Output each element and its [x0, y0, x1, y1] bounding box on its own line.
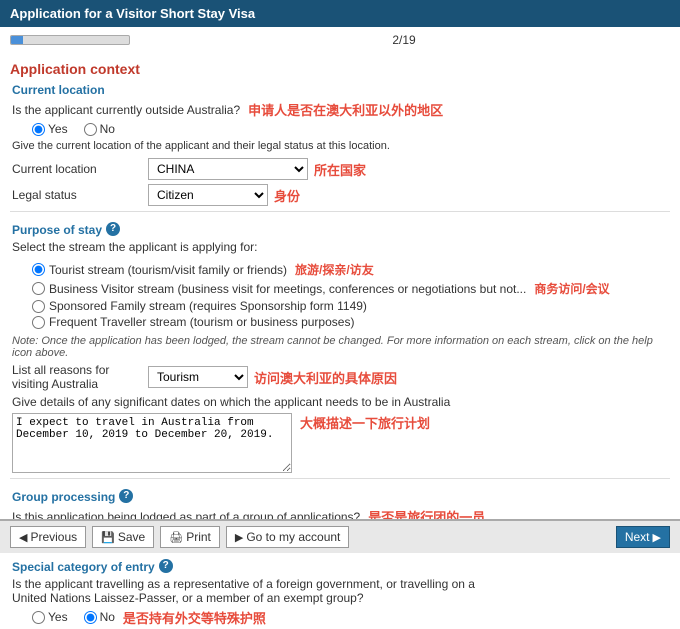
outside-yes-radio[interactable]: [32, 123, 45, 136]
outside-australia-question: Is the applicant currently outside Austr…: [12, 103, 240, 117]
print-button[interactable]: 🖨 Print: [160, 526, 220, 548]
save-label: Save: [118, 530, 145, 544]
details-textarea[interactable]: I expect to travel in Australia from Dec…: [12, 413, 292, 473]
current-location-select[interactable]: CHINA: [148, 158, 308, 180]
prev-button[interactable]: ◀ Previous: [10, 526, 86, 548]
special-subtitle: Special category of entry: [12, 560, 155, 574]
legal-status-label: Legal status: [12, 188, 142, 202]
reasons-label: List all reasons for visiting Australia: [12, 363, 142, 391]
special-yes-radio[interactable]: [32, 611, 45, 624]
save-icon: 💾: [101, 531, 115, 544]
progress-container: 2/19: [0, 27, 680, 51]
prev-label: Previous: [30, 530, 77, 544]
stream-frequent-text: Frequent Traveller stream (tourism or bu…: [49, 315, 354, 329]
location-annotation: 所在国家: [314, 160, 366, 179]
group-title-row: Group processing ?: [12, 484, 670, 507]
goto-label: Go to my account: [246, 530, 340, 544]
outside-no-radio[interactable]: [84, 123, 97, 136]
stream-business-text: Business Visitor stream (business visit …: [49, 282, 526, 296]
special-help-icon[interactable]: ?: [159, 559, 173, 573]
prev-icon: ◀: [19, 531, 27, 544]
next-button[interactable]: Next ▶: [616, 526, 670, 548]
group-subtitle: Group processing: [12, 490, 115, 504]
special-question-row: Is the applicant travelling as a represe…: [12, 577, 670, 605]
special-radios-row: Yes No 是否持有外交等特殊护照: [12, 607, 670, 627]
stream-business-radio[interactable]: [32, 282, 45, 295]
progress-fill: [11, 36, 23, 44]
special-question: Is the applicant travelling as a represe…: [12, 577, 512, 605]
save-button[interactable]: 💾 Save: [92, 526, 154, 548]
details-row: I expect to travel in Australia from Dec…: [12, 413, 670, 473]
group-help-icon[interactable]: ?: [119, 489, 133, 503]
stream-frequent-radio[interactable]: [32, 316, 45, 329]
special-no-radio[interactable]: [84, 611, 97, 624]
current-location-subtitle: Current location: [12, 83, 670, 97]
outside-australia-radios: Yes No: [32, 122, 670, 136]
legal-status-row: Legal status Citizen 身份: [12, 184, 670, 206]
current-location-row: Current location CHINA 所在国家: [12, 158, 670, 180]
stream-business-label[interactable]: Business Visitor stream (business visit …: [32, 280, 610, 297]
outside-australia-annotation: 申请人是否在澳大利亚以外的地区: [248, 100, 443, 119]
special-yes-label[interactable]: Yes: [32, 610, 68, 624]
stream-note: Note: Once the application has been lodg…: [12, 335, 670, 359]
special-title-row: Special category of entry ?: [12, 554, 670, 577]
stream-sponsored-label[interactable]: Sponsored Family stream (requires Sponso…: [32, 299, 610, 313]
current-location-section: Current location Is the applicant curren…: [10, 83, 670, 206]
reasons-row: List all reasons for visiting Australia …: [12, 363, 670, 391]
purpose-title-row: Purpose of stay ?: [12, 217, 670, 240]
stream-tourist-label[interactable]: Tourist stream (tourism/visit family or …: [32, 261, 610, 278]
special-no-label[interactable]: No: [84, 610, 115, 624]
next-icon: ▶: [653, 531, 661, 544]
stream-radios: Tourist stream (tourism/visit family or …: [32, 261, 610, 329]
divider-2: [10, 478, 670, 479]
special-annotation: 是否持有外交等特殊护照: [123, 608, 266, 627]
reasons-annotation: 访问澳大利亚的具体原因: [254, 368, 397, 387]
footer-bar: ◀ Previous 💾 Save 🖨 Print ▶ Go to my acc…: [0, 519, 680, 553]
next-label: Next: [625, 530, 650, 544]
legal-annotation: 身份: [274, 186, 300, 205]
goto-icon: ▶: [235, 531, 243, 544]
current-location-label: Current location: [12, 162, 142, 176]
divider-1: [10, 211, 670, 212]
stream-tourist-radio[interactable]: [32, 263, 45, 276]
streams-container: Tourist stream (tourism/visit family or …: [12, 258, 670, 332]
special-radios: Yes No: [32, 610, 115, 624]
print-icon: 🖨: [169, 531, 183, 544]
stream-question: Select the stream the applicant is apply…: [12, 240, 670, 254]
details-annotation: 大概描述一下旅行计划: [300, 413, 430, 432]
legal-status-select[interactable]: Citizen: [148, 184, 268, 206]
purpose-help-icon[interactable]: ?: [106, 222, 120, 236]
stream-sponsored-text: Sponsored Family stream (requires Sponso…: [49, 299, 367, 313]
outside-australia-row: Is the applicant currently outside Austr…: [12, 100, 670, 119]
stream-frequent-label[interactable]: Frequent Traveller stream (tourism or bu…: [32, 315, 610, 329]
title-bar: Application for a Visitor Short Stay Vis…: [0, 0, 680, 27]
purpose-subtitle: Purpose of stay: [12, 223, 102, 237]
stream-business-annotation: 商务访问/会议: [534, 280, 609, 297]
purpose-of-stay-section: Purpose of stay ? Select the stream the …: [10, 217, 670, 473]
print-label: Print: [186, 530, 211, 544]
stream-tourist-annotation: 旅游/探亲/访友: [295, 261, 374, 278]
details-question: Give details of any significant dates on…: [12, 395, 670, 409]
app-title: Application for a Visitor Short Stay Vis…: [10, 6, 255, 21]
location-info-text: Give the current location of the applica…: [12, 139, 670, 154]
reasons-select[interactable]: Tourism Business Family: [148, 366, 248, 388]
outside-yes-label[interactable]: Yes: [32, 122, 68, 136]
outside-no-label[interactable]: No: [84, 122, 115, 136]
progress-bar: [10, 35, 130, 45]
stream-tourist-text: Tourist stream (tourism/visit family or …: [49, 263, 287, 277]
page-number: 2/19: [138, 33, 670, 47]
special-category-section: Special category of entry ? Is the appli…: [10, 554, 670, 627]
stream-sponsored-radio[interactable]: [32, 300, 45, 313]
app-context-title: Application context: [10, 61, 670, 77]
goto-account-button[interactable]: ▶ Go to my account: [226, 526, 350, 548]
